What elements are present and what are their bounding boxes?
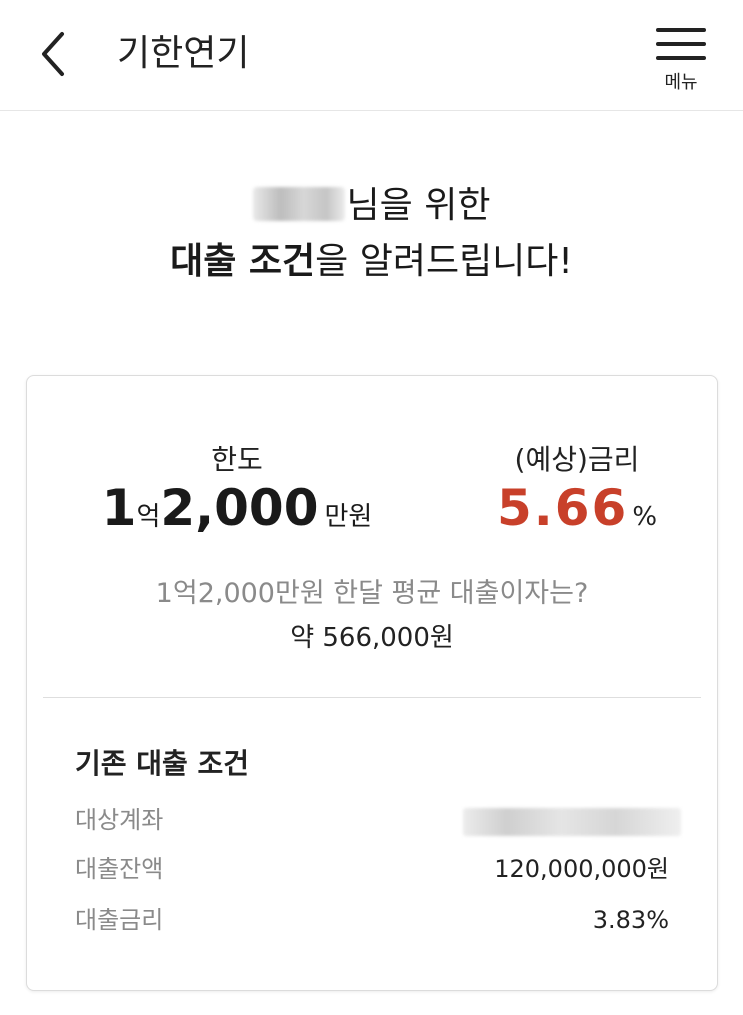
headline: 님을 위한 대출 조건을 알려드립니다!	[0, 178, 743, 290]
monthly-interest-question: 1억2,000만원 한달 평균 대출이자는?	[155, 578, 589, 609]
headline-bold: 대출 조건	[170, 241, 316, 282]
account-number-redacted	[463, 808, 681, 836]
rate-number: 5.66	[496, 479, 629, 537]
rate-value: 5.66%	[477, 478, 677, 538]
rate-label: (예상)금리	[514, 443, 640, 476]
row-label: 대출금리	[75, 906, 164, 934]
menu-label: 메뉴	[664, 72, 698, 93]
loan-condition-card: 한도 1억2,000 만원 (예상)금리 5.66% 1억2,000만원 한달 평…	[26, 375, 718, 991]
rate-unit: %	[632, 502, 658, 532]
back-button[interactable]	[30, 28, 78, 80]
row-label: 대상계좌	[75, 806, 164, 834]
headline-line-1: 님을 위한	[0, 178, 743, 234]
chevron-left-icon	[42, 32, 64, 76]
monthly-interest-answer: 약 566,000원	[290, 623, 454, 653]
row-value: 3.83%	[592, 906, 669, 934]
limit-unit-2: 만원	[324, 502, 373, 532]
limit-num-1: 1	[101, 479, 137, 537]
limit-label: 한도	[211, 443, 263, 476]
headline-line-2: 대출 조건을 알려드립니다!	[0, 234, 743, 290]
divider	[43, 697, 701, 698]
row-target-account: 대상계좌	[75, 800, 681, 840]
limit-block: 한도 1억2,000 만원	[97, 442, 377, 538]
row-loan-rate: 대출금리 3.83%	[75, 900, 669, 940]
limit-num-2: 2,000	[160, 479, 319, 537]
row-label: 대출잔액	[75, 855, 164, 883]
headline-suffix: 님을 위한	[346, 185, 491, 226]
headline-rest: 을 알려드립니다!	[315, 241, 573, 282]
limit-unit-1: 억	[136, 502, 161, 532]
hamburger-icon	[656, 28, 706, 60]
page-title: 기한연기	[117, 33, 250, 74]
row-value: 120,000,000원	[494, 855, 669, 883]
rate-block: (예상)금리 5.66%	[477, 442, 677, 538]
row-loan-balance: 대출잔액 120,000,000원	[75, 849, 669, 889]
app-header: 기한연기 메뉴	[0, 0, 743, 111]
limit-value: 1억2,000 만원	[97, 478, 377, 538]
menu-button[interactable]: 메뉴	[648, 18, 714, 96]
existing-loan-title: 기존 대출 조건	[75, 747, 250, 780]
customer-name-redacted	[252, 187, 345, 221]
